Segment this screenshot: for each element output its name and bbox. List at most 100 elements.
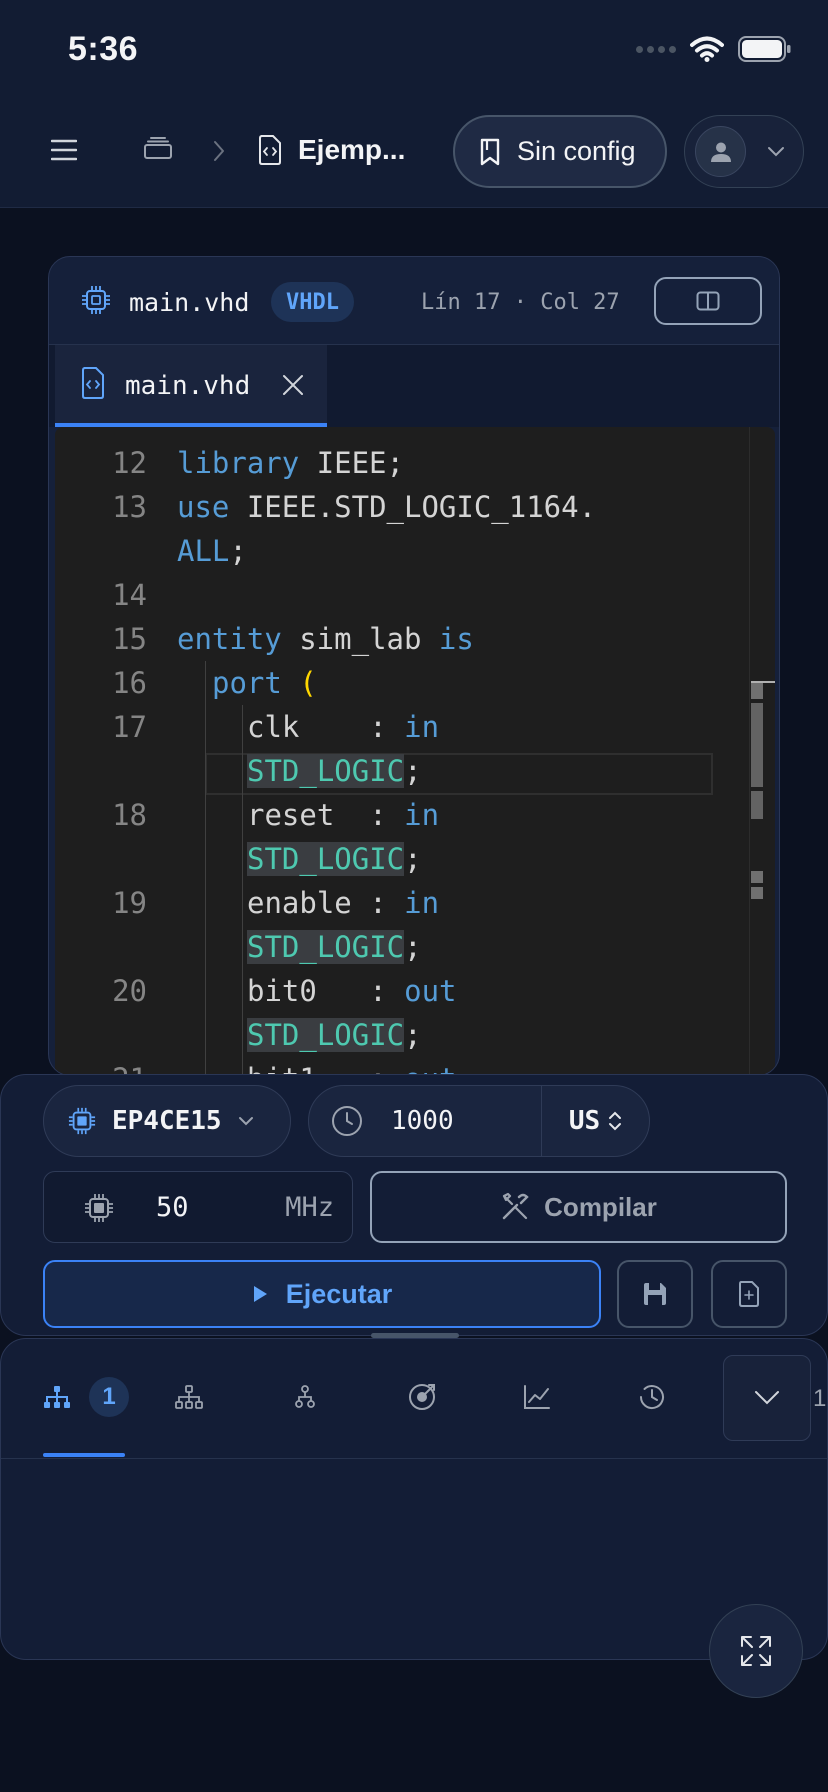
code-line: ALL; bbox=[55, 529, 775, 573]
code-line: 13 use IEEE.STD_LOGIC_1164. bbox=[55, 485, 775, 529]
time-unit-selector[interactable]: US bbox=[541, 1086, 649, 1156]
keyword-token: port bbox=[212, 666, 282, 700]
tab-history[interactable] bbox=[637, 1369, 667, 1425]
code-text: port ( bbox=[212, 661, 317, 705]
code-text: STD_LOGIC; bbox=[247, 925, 422, 969]
sim-time-field[interactable]: 1000 US bbox=[308, 1085, 650, 1157]
code-text: entity sim_lab is bbox=[177, 617, 474, 661]
projects-button[interactable] bbox=[140, 130, 176, 166]
tab-count-badge: 1 bbox=[89, 1377, 129, 1417]
clock-frequency-value[interactable]: 50 bbox=[156, 1192, 189, 1223]
user-menu-button[interactable] bbox=[684, 115, 804, 188]
type-token: STD_LOGIC bbox=[247, 842, 405, 876]
text-token: enable : bbox=[247, 886, 405, 920]
active-tab-indicator bbox=[43, 1453, 125, 1457]
tree-icon bbox=[175, 1385, 203, 1409]
text-token: IEEE.STD_LOGIC_1164. bbox=[229, 490, 597, 524]
language-badge: VHDL bbox=[271, 282, 354, 322]
tab-hierarchy[interactable]: 1 bbox=[43, 1369, 129, 1425]
keyword-token: ALL bbox=[177, 534, 230, 568]
chevron-down-icon bbox=[755, 1391, 779, 1405]
run-label: Ejecutar bbox=[285, 1278, 393, 1309]
document-icon-wrap bbox=[256, 132, 284, 168]
keyword-token: library bbox=[177, 446, 300, 480]
code-file-icon bbox=[259, 135, 281, 165]
keyword-token: in bbox=[404, 798, 440, 832]
wifi-icon bbox=[690, 36, 724, 62]
tab-main-vhd[interactable]: main.vhd bbox=[55, 345, 327, 427]
status-time: 5:36 bbox=[68, 30, 139, 68]
close-icon[interactable] bbox=[281, 373, 305, 397]
code-text: library IEEE; bbox=[177, 441, 404, 485]
line-number: 14 bbox=[112, 578, 147, 612]
app-bar: Ejemp... Sin config bbox=[0, 100, 828, 208]
compile-button[interactable]: Compilar bbox=[370, 1171, 787, 1243]
code-line: 15 entity sim_lab is bbox=[55, 617, 775, 661]
code-line: 17 clk : in bbox=[55, 705, 775, 749]
hamburger-icon bbox=[51, 139, 77, 161]
panel-drag-handle[interactable] bbox=[371, 1333, 459, 1338]
save-button[interactable] bbox=[617, 1260, 693, 1328]
line-number: 15 bbox=[112, 622, 147, 656]
time-unit-label: US bbox=[568, 1106, 601, 1136]
menu-button[interactable] bbox=[44, 130, 84, 170]
editor-file-name: main.vhd bbox=[129, 288, 250, 317]
line-number: 12 bbox=[112, 446, 147, 480]
stack-icon bbox=[144, 137, 172, 159]
bracket-token: ( bbox=[299, 666, 317, 700]
config-button[interactable]: Sin config bbox=[453, 115, 667, 188]
network-icon bbox=[295, 1385, 315, 1408]
code-area[interactable]: 12 library IEEE; 13 use IEEE.STD_LOGIC_1164… bbox=[55, 427, 775, 1075]
run-button[interactable]: Ejecutar bbox=[43, 1260, 601, 1328]
tab-signals[interactable] bbox=[407, 1369, 437, 1425]
tools-panel: 1 1 bbox=[0, 1333, 828, 1660]
sim-time-value[interactable]: 1000 bbox=[391, 1106, 454, 1136]
chevron-down-icon bbox=[238, 1117, 253, 1126]
chevron-up-down-icon bbox=[609, 1111, 622, 1131]
keyword-token: in bbox=[404, 710, 440, 744]
clock-icon bbox=[332, 1106, 362, 1136]
status-icons bbox=[636, 36, 792, 62]
code-line: 12 library IEEE; bbox=[55, 441, 775, 485]
tools-tab-bar: 1 1 bbox=[1, 1339, 827, 1459]
code-text: STD_LOGIC; bbox=[247, 837, 422, 881]
chevron-right-icon bbox=[214, 141, 224, 161]
control-panel: EP4CE15 1000 US 50 MHz Compilar Ejecutar bbox=[0, 1074, 828, 1336]
chip-icon bbox=[82, 286, 110, 314]
type-token: STD_LOGIC bbox=[247, 754, 405, 788]
signal-probe-icon bbox=[409, 1384, 435, 1410]
code-text: use IEEE.STD_LOGIC_1164. bbox=[177, 485, 596, 529]
expand-icon bbox=[741, 1636, 771, 1666]
clock-frequency-field[interactable]: 50 MHz bbox=[43, 1171, 353, 1243]
config-label: Sin config bbox=[517, 136, 636, 166]
document-title[interactable]: Ejemp... bbox=[298, 134, 405, 166]
code-text: bit0 : out bbox=[247, 969, 457, 1013]
keyword-token: in bbox=[404, 886, 440, 920]
device-selector[interactable]: EP4CE15 bbox=[43, 1085, 291, 1157]
save-icon bbox=[644, 1283, 666, 1305]
code-text: reset : in bbox=[247, 793, 439, 837]
tab-waveform[interactable] bbox=[523, 1369, 551, 1425]
editor-tab-strip: main.vhd bbox=[49, 345, 779, 427]
code-file-icon bbox=[82, 367, 104, 399]
collapse-panel-button[interactable] bbox=[723, 1355, 811, 1441]
new-file-button[interactable] bbox=[711, 1260, 787, 1328]
cellular-signal-icon bbox=[636, 45, 676, 53]
tab-network[interactable] bbox=[295, 1369, 315, 1425]
keyword-token: use bbox=[177, 490, 230, 524]
line-number: 20 bbox=[112, 974, 147, 1008]
code-text: STD_LOGIC; bbox=[247, 749, 422, 793]
battery-icon bbox=[738, 36, 791, 62]
split-view-button[interactable] bbox=[654, 277, 762, 325]
cursor-position: Lín 17 · Col 27 bbox=[421, 290, 620, 315]
keyword-token: entity bbox=[177, 622, 282, 656]
frequency-unit: MHz bbox=[285, 1192, 334, 1223]
tab-structure[interactable] bbox=[175, 1369, 203, 1425]
chevron-down-icon bbox=[768, 147, 784, 157]
code-editor-panel: main.vhd VHDL Lín 17 · Col 27 main.vhd 1… bbox=[48, 256, 780, 1076]
fullscreen-button[interactable] bbox=[709, 1604, 803, 1698]
text-token: ; bbox=[404, 1018, 422, 1052]
line-number: 19 bbox=[112, 886, 147, 920]
type-token: STD_LOGIC bbox=[247, 1018, 405, 1052]
